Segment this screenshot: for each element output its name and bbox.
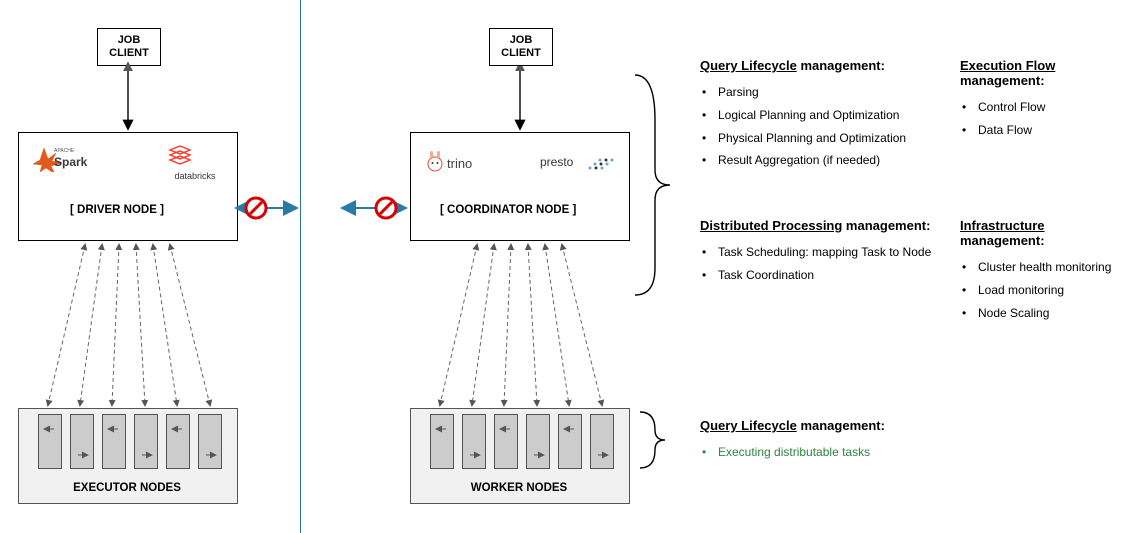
infrastructure-section: Infrastructure management: Cluster healt… [960,218,1130,324]
executor-nodes-label: EXECUTOR NODES [18,482,236,494]
brace-bottom [640,412,665,468]
bql-item: Executing distributable tasks [700,441,960,464]
executor-6 [198,414,222,469]
bql-title-u: Query Lifecycle [700,418,797,433]
job-client-box-left: JOBCLIENT [97,28,161,66]
ef-title-u: Execution Flow [960,58,1055,73]
ef-list: Control Flow Data Flow [960,96,1130,142]
inf-item: Load monitoring [960,279,1130,302]
job-client-box-right: JOBCLIENT [489,28,553,66]
fanout-arrows-right [440,245,602,405]
inf-item: Node Scaling [960,302,1130,325]
ql-item: Logical Planning and Optimization [700,104,940,127]
presto-logo: presto [540,150,620,177]
svg-text:Spark: Spark [54,155,88,169]
svg-text:APACHE: APACHE [54,148,75,154]
brace-top [635,75,670,295]
dp-item: Task Scheduling: mapping Task to Node [700,241,950,264]
svg-text:trino: trino [447,156,472,171]
ql-item: Parsing [700,81,940,104]
fanout-arrows-left [48,245,210,405]
inf-list: Cluster health monitoring Load monitorin… [960,256,1130,324]
trino-logo: trino [425,150,495,177]
inf-title-r: management: [960,233,1045,248]
job-client-label-r: JOBCLIENT [501,34,541,59]
no-entry-icon-left [246,198,266,218]
execution-flow-section: Execution Flow management: Control Flow … [960,58,1130,142]
dp-item: Task Coordination [700,264,950,287]
databricks-label: databricks [160,171,230,181]
coordinator-node-label: [ COORDINATOR NODE ] [440,204,576,216]
worker-3 [494,414,518,469]
worker-6 [590,414,614,469]
vertical-divider [300,0,301,533]
distributed-section: Distributed Processing management: Task … [700,218,950,287]
inf-item: Cluster health monitoring [960,256,1130,279]
bql-title-r: management: [797,418,885,433]
executor-4 [134,414,158,469]
ql-title-u: Query Lifecycle [700,58,797,73]
worker-1 [430,414,454,469]
databricks-logo: databricks [160,142,230,181]
executor-1 [38,414,62,469]
worker-nodes-label: WORKER NODES [410,482,628,494]
executor-5 [166,414,190,469]
query-lifecycle-section: Query Lifecycle management: Parsing Logi… [700,58,940,172]
ef-title-r: management: [960,73,1045,88]
inf-title-u: Infrastructure [960,218,1045,233]
executor-2 [70,414,94,469]
no-entry-icon-right [376,198,396,218]
bottom-lifecycle-section: Query Lifecycle management: Executing di… [700,418,960,464]
svg-text:presto: presto [540,155,574,169]
ql-list: Parsing Logical Planning and Optimizatio… [700,81,940,172]
bql-list: Executing distributable tasks [700,441,960,464]
ef-item: Control Flow [960,96,1130,119]
worker-5 [558,414,582,469]
ql-item: Result Aggregation (if needed) [700,149,940,172]
executor-3 [102,414,126,469]
ql-item: Physical Planning and Optimization [700,127,940,150]
worker-2 [462,414,486,469]
dp-title-r: management: [842,218,930,233]
worker-4 [526,414,550,469]
dp-title-u: Distributed Processing [700,218,842,233]
ef-item: Data Flow [960,119,1130,142]
driver-node-label: [ DRIVER NODE ] [70,204,164,216]
dp-list: Task Scheduling: mapping Task to Node Ta… [700,241,950,287]
coordinator-node-box [410,132,630,241]
spark-logo: Spark APACHE [30,142,92,175]
job-client-label: JOBCLIENT [109,34,149,59]
ql-title-r: management: [797,58,885,73]
